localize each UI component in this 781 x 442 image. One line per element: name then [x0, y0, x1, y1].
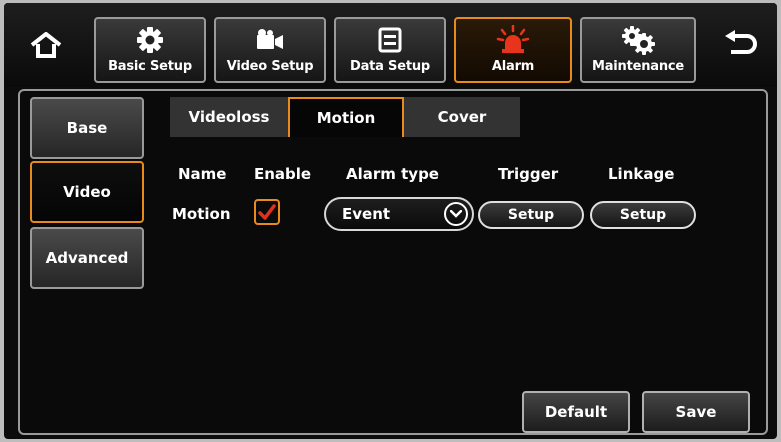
column-header-linkage: Linkage	[608, 165, 675, 183]
menu-tab-alarm[interactable]: Alarm	[454, 17, 572, 83]
maintenance-gears-icon	[622, 26, 655, 55]
storage-icon	[378, 27, 402, 53]
menu-tab-label: Video Setup	[226, 59, 314, 74]
side-item-base[interactable]: Base	[30, 97, 144, 159]
menu-tab-maintenance[interactable]: Maintenance	[580, 17, 696, 83]
chevron-down-icon	[444, 202, 468, 226]
column-header-name: Name	[178, 165, 227, 183]
side-item-label: Advanced	[45, 249, 129, 267]
side-item-label: Video	[63, 183, 111, 201]
dvr-screen: Basic Setup Video Setup Data Setup Alarm…	[4, 3, 777, 439]
tab-label: Videoloss	[188, 108, 270, 126]
linkage-setup-button[interactable]: Setup	[590, 201, 696, 229]
menu-tab-basic-setup[interactable]: Basic Setup	[94, 17, 206, 83]
menu-tab-label: Basic Setup	[108, 59, 192, 74]
video-camera-icon	[257, 29, 283, 49]
tab-label: Motion	[316, 109, 376, 127]
home-button[interactable]	[26, 29, 66, 61]
save-button-label: Save	[675, 403, 717, 421]
enable-checkbox[interactable]	[254, 199, 280, 225]
menu-tab-label: Data Setup	[349, 59, 431, 74]
tab-motion[interactable]: Motion	[288, 97, 404, 137]
side-item-video[interactable]: Video	[30, 161, 144, 223]
side-item-label: Base	[66, 119, 108, 137]
alarm-type-select[interactable]: Event	[324, 197, 474, 231]
row-name-motion: Motion	[172, 205, 231, 223]
alarm-siren-icon	[496, 25, 530, 53]
menu-tab-label: Maintenance	[591, 59, 685, 74]
content-panel: Base Video Advanced Videoloss Motion Cov…	[18, 89, 768, 435]
alarm-type-value: Event	[342, 205, 391, 223]
column-header-alarm-type: Alarm type	[346, 165, 439, 183]
column-header-trigger: Trigger	[498, 165, 559, 183]
column-header-enable: Enable	[254, 165, 312, 183]
menu-tab-data-setup[interactable]: Data Setup	[334, 17, 446, 83]
tab-label: Cover	[437, 108, 487, 126]
trigger-setup-label: Setup	[507, 207, 555, 223]
default-button-label: Default	[544, 403, 608, 421]
back-button[interactable]	[720, 27, 760, 61]
save-button[interactable]: Save	[642, 391, 750, 433]
back-arrow-icon	[725, 30, 757, 54]
tab-cover[interactable]: Cover	[404, 97, 520, 137]
side-item-advanced[interactable]: Advanced	[30, 227, 144, 289]
tab-videoloss[interactable]: Videoloss	[170, 97, 288, 137]
trigger-setup-button[interactable]: Setup	[478, 201, 584, 229]
gear-icon	[137, 27, 163, 53]
menu-tab-label: Alarm	[491, 59, 535, 74]
checkmark-icon	[258, 204, 276, 220]
linkage-setup-label: Setup	[619, 207, 667, 223]
default-button[interactable]: Default	[522, 391, 630, 433]
top-menu-bar: Basic Setup Video Setup Data Setup Alarm…	[4, 3, 777, 87]
menu-tab-video-setup[interactable]: Video Setup	[214, 17, 326, 83]
home-icon	[30, 32, 62, 58]
